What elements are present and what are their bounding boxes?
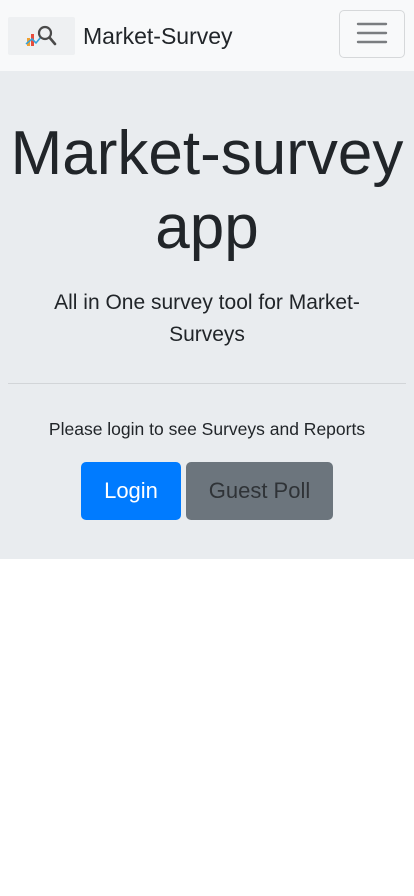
hero-subtitle: All in One survey tool for Market-Survey… xyxy=(54,291,360,346)
page-title: Market-survey app xyxy=(10,119,404,262)
navbar: Market-Survey xyxy=(0,0,414,71)
navbar-toggle-button[interactable] xyxy=(339,10,405,58)
divider xyxy=(8,383,406,384)
brand-name: Market-Survey xyxy=(83,22,233,49)
login-button[interactable]: Login xyxy=(81,462,181,520)
brand-link[interactable]: Market-Survey xyxy=(8,17,233,55)
hamburger-menu-icon xyxy=(356,20,388,49)
chart-magnifier-icon xyxy=(8,17,75,55)
guest-poll-button[interactable]: Guest Poll xyxy=(186,462,333,520)
login-prompt-text: Please login to see Surveys and Reports xyxy=(48,419,366,439)
hero-section: Market-survey app All in One survey tool… xyxy=(0,71,414,559)
